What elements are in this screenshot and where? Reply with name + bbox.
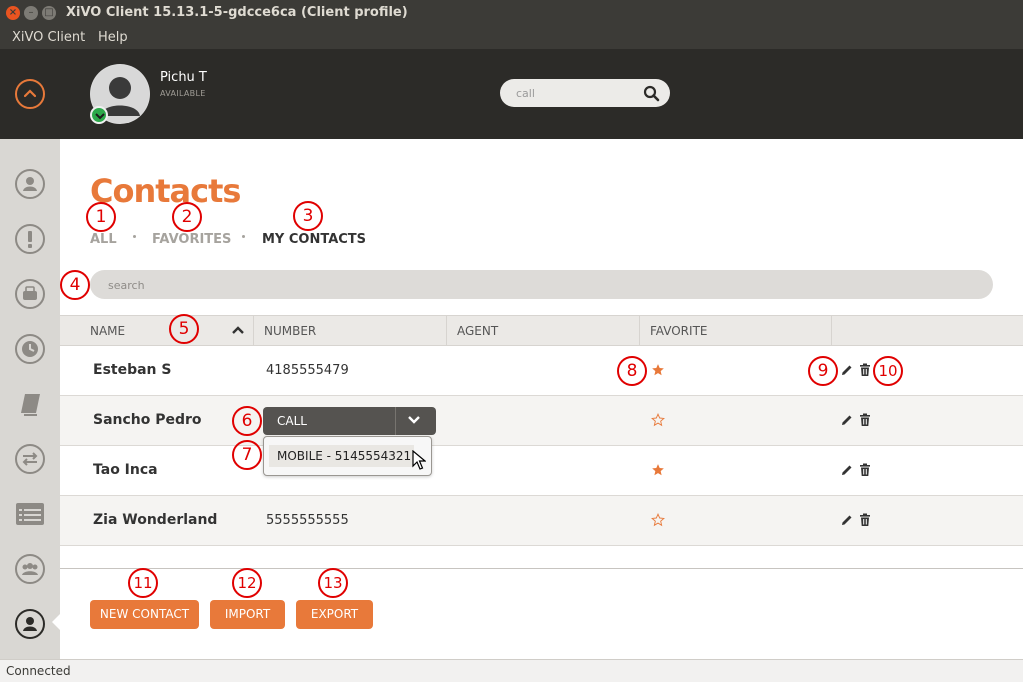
delete-icon[interactable] <box>859 413 871 427</box>
history-icon[interactable] <box>15 334 45 364</box>
table-row[interactable]: Sancho Pedro <box>60 396 1023 446</box>
table-row[interactable]: Zia Wonderland 5555555555 <box>60 496 1023 546</box>
delete-icon[interactable] <box>859 513 871 527</box>
active-indicator <box>52 614 60 630</box>
annotation-marker: 13 <box>318 568 348 598</box>
title-bar: × – □ XiVO Client 15.13.1-5-gdcce6ca (Cl… <box>0 0 1023 26</box>
table-row[interactable]: Tao Inca <box>60 446 1023 496</box>
menu-help[interactable]: Help <box>98 30 128 45</box>
annotation-marker: 1 <box>86 202 116 232</box>
tab-my-contacts[interactable]: MY CONTACTS <box>262 232 366 247</box>
contact-name: Tao Inca <box>93 462 158 478</box>
column-divider <box>831 316 832 345</box>
window-title: XiVO Client 15.13.1-5-gdcce6ca (Client p… <box>66 5 408 20</box>
transfer-icon[interactable] <box>15 444 45 474</box>
collapse-up-icon[interactable] <box>15 79 45 109</box>
contact-name: Sancho Pedro <box>93 412 202 428</box>
presence-status-button[interactable] <box>90 106 108 124</box>
list-icon[interactable] <box>15 499 45 529</box>
annotation-marker: 6 <box>232 406 262 436</box>
window-maximize-button[interactable]: □ <box>42 6 56 20</box>
menu-bar: XiVO Client Help <box>0 26 1023 49</box>
annotation-marker: 10 <box>873 356 903 386</box>
star-icon[interactable] <box>651 363 665 377</box>
call-search-box <box>500 79 670 107</box>
contact-number[interactable]: 4185555479 <box>266 363 349 378</box>
call-options-dropdown: MOBILE - 5145554321 <box>263 436 432 476</box>
annotation-marker: 7 <box>232 440 262 470</box>
call-option-mobile[interactable]: MOBILE - 5145554321 <box>269 445 414 467</box>
annotation-marker: 11 <box>128 568 158 598</box>
sort-asc-icon[interactable] <box>232 325 244 335</box>
call-option-label: MOBILE - 5145554321 <box>277 449 412 463</box>
annotation-marker: 5 <box>169 314 199 344</box>
annotation-marker: 9 <box>808 356 838 386</box>
search-input[interactable] <box>108 277 968 293</box>
column-header-name[interactable]: NAME <box>90 324 125 338</box>
call-button-divider <box>395 407 396 435</box>
delete-icon[interactable] <box>859 363 871 377</box>
chevron-down-icon[interactable] <box>408 415 420 425</box>
contacts-panel: Contacts ALL FAVORITES MY CONTACTS NAME … <box>60 139 1023 659</box>
search-bar <box>90 270 993 299</box>
edit-icon[interactable] <box>840 513 854 527</box>
voicemail-icon[interactable] <box>15 279 45 309</box>
tab-separator <box>242 235 245 238</box>
status-bar: Connected <box>0 659 1023 682</box>
annotation-marker: 2 <box>172 202 202 232</box>
edit-icon[interactable] <box>840 413 854 427</box>
sidebar <box>0 139 60 659</box>
column-divider <box>446 316 447 345</box>
app-window: × – □ XiVO Client 15.13.1-5-gdcce6ca (Cl… <box>0 0 1023 682</box>
table-header: NAME NUMBER AGENT FAVORITE <box>60 315 1023 346</box>
header-bar: Pichu T AVAILABLE <box>0 49 1023 139</box>
call-button-label: CALL <box>277 414 307 428</box>
contact-number[interactable]: 5555555555 <box>266 513 349 528</box>
window-close-button[interactable]: × <box>6 6 20 20</box>
contact-name: Esteban S <box>93 362 172 378</box>
annotation-marker: 4 <box>60 270 90 300</box>
column-header-agent[interactable]: AGENT <box>457 324 498 338</box>
column-header-favorite[interactable]: FAVORITE <box>650 324 707 338</box>
call-button[interactable]: CALL <box>263 407 436 435</box>
edit-icon[interactable] <box>840 363 854 377</box>
tab-all[interactable]: ALL <box>90 232 117 247</box>
mouse-cursor-icon <box>412 450 426 470</box>
contact-name: Zia Wonderland <box>93 512 218 528</box>
conference-icon[interactable] <box>15 554 45 584</box>
star-icon[interactable] <box>651 463 665 477</box>
star-icon[interactable] <box>651 413 665 427</box>
call-input[interactable] <box>516 85 636 101</box>
footer-divider <box>60 568 1023 569</box>
new-contact-button[interactable]: NEW CONTACT <box>90 600 199 629</box>
column-divider <box>253 316 254 345</box>
tab-separator <box>133 235 136 238</box>
menu-xivo-client[interactable]: XiVO Client <box>12 30 85 45</box>
star-icon[interactable] <box>651 513 665 527</box>
annotation-marker: 12 <box>232 568 262 598</box>
column-divider <box>639 316 640 345</box>
import-button[interactable]: IMPORT <box>210 600 285 629</box>
annotation-marker: 3 <box>293 201 323 231</box>
directory-icon[interactable] <box>15 389 45 419</box>
search-icon[interactable] <box>643 85 660 102</box>
tab-favorites[interactable]: FAVORITES <box>152 232 231 247</box>
user-icon[interactable] <box>15 169 45 199</box>
status-text: Connected <box>6 664 71 678</box>
delete-icon[interactable] <box>859 463 871 477</box>
contacts-icon[interactable] <box>15 609 45 639</box>
edit-icon[interactable] <box>840 463 854 477</box>
window-minimize-button[interactable]: – <box>24 6 38 20</box>
user-name: Pichu T <box>160 70 207 85</box>
page-title: Contacts <box>90 172 241 210</box>
export-button[interactable]: EXPORT <box>296 600 373 629</box>
alert-icon[interactable] <box>15 224 45 254</box>
column-header-number[interactable]: NUMBER <box>264 324 316 338</box>
annotation-marker: 8 <box>617 356 647 386</box>
user-status: AVAILABLE <box>160 89 206 98</box>
